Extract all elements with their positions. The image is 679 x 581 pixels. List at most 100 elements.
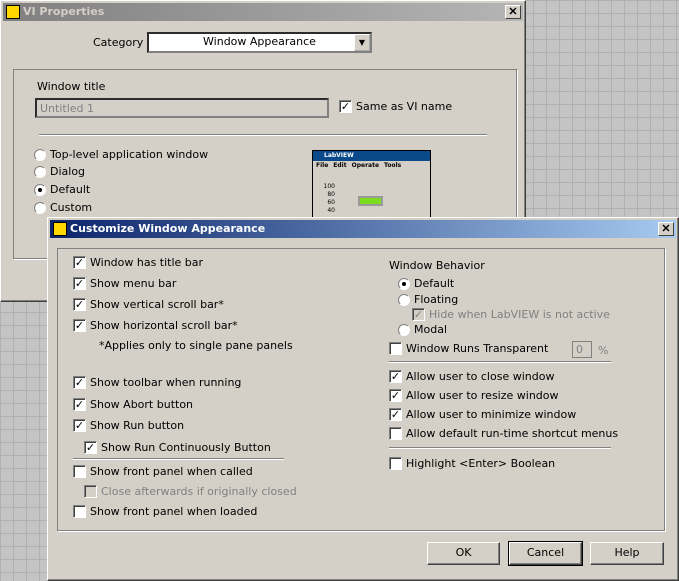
window-title-label: Window title xyxy=(37,80,106,93)
radio[interactable] xyxy=(34,165,46,178)
label: Top-level application window xyxy=(50,148,209,161)
checkbox[interactable] xyxy=(73,505,86,518)
divider xyxy=(73,458,284,460)
ok-button[interactable]: OK xyxy=(427,542,500,565)
toolbar-checkbox[interactable]: ✓ Show toolbar when running xyxy=(73,376,241,389)
window-title-value: Untitled 1 xyxy=(40,102,95,115)
checkbox[interactable]: ✓ xyxy=(73,419,86,432)
show-panel-called-checkbox[interactable]: Show front panel when called xyxy=(73,465,253,478)
customize-window-dialog: Customize Window Appearance ✕ ✓ Window has… xyxy=(47,217,679,581)
label: Default xyxy=(50,183,91,196)
label: Show front panel when called xyxy=(90,465,253,478)
option-top-level[interactable]: Top-level application window xyxy=(34,148,208,161)
run-continuously-checkbox[interactable]: ✓ Show Run Continuously Button xyxy=(84,441,271,454)
label: Modal xyxy=(414,323,447,336)
tick: 100 xyxy=(323,183,335,190)
preview-scale: 100 80 60 40 xyxy=(317,183,335,215)
dialog-title: Customize Window Appearance xyxy=(70,222,266,235)
radio[interactable] xyxy=(398,293,410,306)
allow-close-checkbox[interactable]: ✓ Allow user to close window xyxy=(389,370,554,383)
divider xyxy=(39,134,487,136)
label: Hide when LabVIEW is not active xyxy=(429,308,610,321)
checkbox[interactable] xyxy=(84,485,97,498)
same-as-vi-name-checkbox[interactable]: ✓ Same as VI name xyxy=(339,100,452,113)
menu-tools: Tools xyxy=(384,162,402,169)
label: Default xyxy=(414,277,455,290)
label: Show front panel when loaded xyxy=(90,505,258,518)
radio[interactable] xyxy=(398,277,410,290)
checkbox[interactable]: ✓ xyxy=(73,277,86,290)
checkbox[interactable]: ✓ xyxy=(84,441,97,454)
radio[interactable] xyxy=(34,201,46,214)
chevron-down-icon[interactable]: ▼ xyxy=(354,34,370,51)
tick: 80 xyxy=(327,191,335,198)
transparent-checkbox[interactable]: Window Runs Transparent xyxy=(389,342,548,355)
close-button[interactable]: ✕ xyxy=(505,5,521,19)
hide-when-inactive-checkbox[interactable]: ✓ Hide when LabVIEW is not active xyxy=(412,308,610,321)
label: Show horizontal scroll bar* xyxy=(90,319,238,332)
allow-minimize-checkbox[interactable]: ✓ Allow user to minimize window xyxy=(389,408,576,421)
label: Allow user to close window xyxy=(406,370,555,383)
close-afterwards-checkbox[interactable]: Close afterwards if originally closed xyxy=(84,485,297,498)
checkbox[interactable]: ✓ xyxy=(412,308,425,321)
window-title-input[interactable]: Untitled 1 xyxy=(35,98,329,118)
checkbox[interactable]: ✓ xyxy=(73,298,86,311)
abort-button-checkbox[interactable]: ✓ Show Abort button xyxy=(73,398,193,411)
divider xyxy=(389,361,611,363)
option-default[interactable]: Default xyxy=(34,183,90,196)
label: Same as VI name xyxy=(356,100,453,113)
label: Floating xyxy=(414,293,459,306)
label: Show toolbar when running xyxy=(90,376,242,389)
highlight-enter-checkbox[interactable]: Highlight <Enter> Boolean xyxy=(389,457,555,470)
checkbox[interactable]: ✓ xyxy=(73,376,86,389)
preview-led xyxy=(358,196,383,206)
checkbox[interactable]: ✓ xyxy=(73,256,86,269)
close-button[interactable]: ✕ xyxy=(658,222,674,236)
cancel-button[interactable]: Cancel xyxy=(508,541,583,566)
vertical-scroll-checkbox[interactable]: ✓ Show vertical scroll bar* xyxy=(73,298,224,311)
radio[interactable] xyxy=(34,183,46,196)
label: Dialog xyxy=(50,165,86,178)
labview-icon xyxy=(6,5,20,19)
menu-file: File xyxy=(316,162,329,169)
category-label: Category xyxy=(93,36,144,49)
allow-shortcut-menus-checkbox[interactable]: Allow default run-time shortcut menus xyxy=(389,427,618,440)
radio[interactable] xyxy=(398,323,410,336)
checkbox[interactable]: ✓ xyxy=(389,389,402,402)
tick: 40 xyxy=(327,207,335,214)
transparency-input[interactable]: 0 xyxy=(572,341,592,358)
behavior-default-radio[interactable]: Default xyxy=(398,277,454,290)
category-select[interactable]: Window Appearance ▼ xyxy=(147,32,372,53)
title-bar-checkbox[interactable]: ✓ Window has title bar xyxy=(73,256,203,269)
labview-icon xyxy=(53,222,67,236)
label: Show vertical scroll bar* xyxy=(90,298,224,311)
menu-bar-checkbox[interactable]: ✓ Show menu bar xyxy=(73,277,176,290)
label: Show Run Continuously Button xyxy=(101,441,271,454)
behavior-modal-radio[interactable]: Modal xyxy=(398,323,447,336)
show-panel-loaded-checkbox[interactable]: Show front panel when loaded xyxy=(73,505,257,518)
checkbox[interactable]: ✓ xyxy=(339,100,352,113)
option-dialog[interactable]: Dialog xyxy=(34,165,85,178)
label: Show Run button xyxy=(90,419,185,432)
checkbox[interactable] xyxy=(389,457,402,470)
checkbox[interactable] xyxy=(73,465,86,478)
checkbox[interactable] xyxy=(389,342,402,355)
help-button[interactable]: Help xyxy=(590,542,664,565)
label: Window has title bar xyxy=(90,256,204,269)
label: Show menu bar xyxy=(90,277,177,290)
checkbox[interactable]: ✓ xyxy=(389,370,402,383)
checkbox[interactable]: ✓ xyxy=(389,408,402,421)
menu-operate: Operate xyxy=(351,162,380,169)
horizontal-scroll-checkbox[interactable]: ✓ Show horizontal scroll bar* xyxy=(73,319,238,332)
radio[interactable] xyxy=(34,148,46,161)
run-button-checkbox[interactable]: ✓ Show Run button xyxy=(73,419,184,432)
preview-menu: File Edit Operate Tools xyxy=(313,161,430,170)
allow-resize-checkbox[interactable]: ✓ Allow user to resize window xyxy=(389,389,559,402)
checkbox[interactable]: ✓ xyxy=(73,319,86,332)
option-custom[interactable]: Custom xyxy=(34,201,92,214)
checkbox[interactable]: ✓ xyxy=(73,398,86,411)
label: Highlight <Enter> Boolean xyxy=(406,457,556,470)
behavior-floating-radio[interactable]: Floating xyxy=(398,293,458,306)
window-preview: LabVIEW File Edit Operate Tools 100 80 60 40 xyxy=(312,150,431,220)
checkbox[interactable] xyxy=(389,427,402,440)
